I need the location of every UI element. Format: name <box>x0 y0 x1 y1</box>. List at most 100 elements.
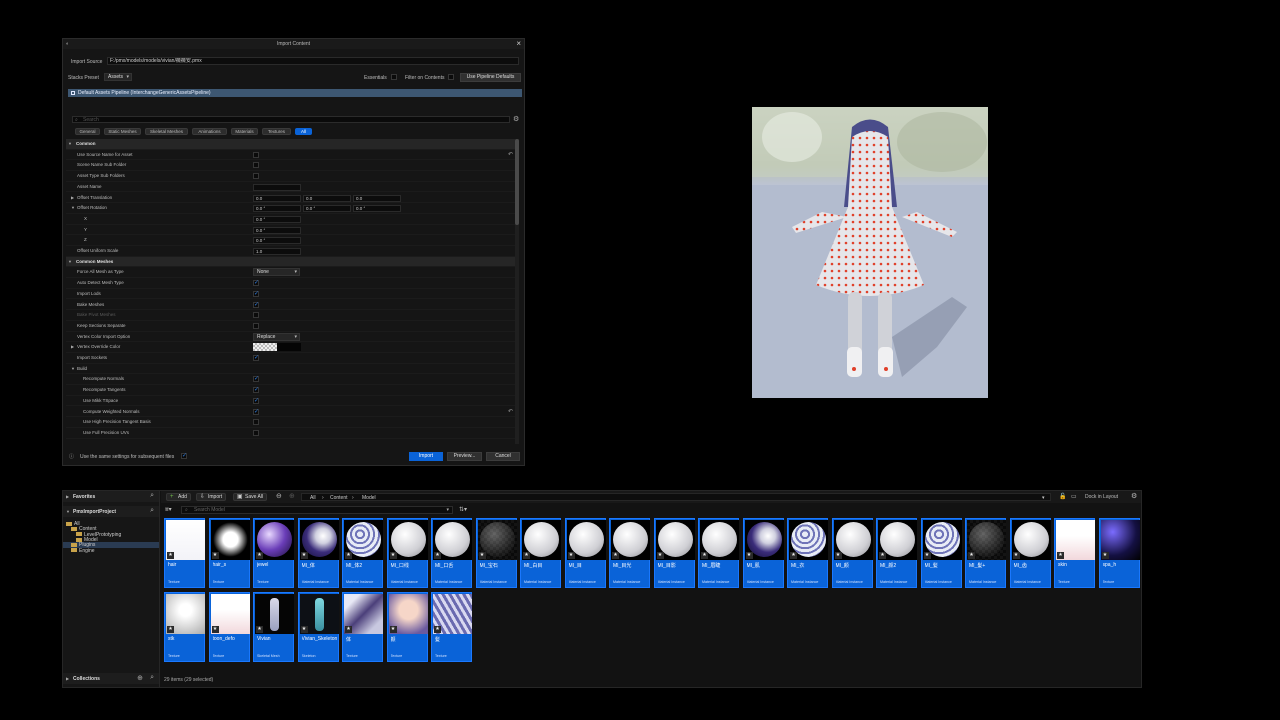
vector-component-input[interactable]: 0.0 ° <box>353 205 401 213</box>
color-alpha-swatch[interactable] <box>277 343 301 352</box>
asset-tile[interactable]: ★ MI_髪 Material Instance <box>920 518 962 588</box>
favorite-star-icon[interactable]: ★ <box>923 552 931 559</box>
tab-all[interactable]: All <box>295 128 312 135</box>
close-icon[interactable]: × <box>516 39 521 48</box>
asset-tile[interactable]: ★ hair Texture <box>164 518 205 588</box>
favorite-star-icon[interactable]: ★ <box>434 626 441 633</box>
property-row[interactable]: Y 0.0 ° <box>66 225 515 236</box>
favorite-star-icon[interactable]: ★ <box>345 626 352 633</box>
add-button[interactable]: + Add <box>166 493 191 501</box>
vector-component-input[interactable]: 0.0 <box>303 194 351 202</box>
stacks-preset-combo[interactable]: Assets <box>104 73 132 81</box>
asset-tile[interactable]: ★ MI_口舌 Material Instance <box>431 518 472 588</box>
property-row[interactable]: Asset Name <box>66 182 515 193</box>
vector-component-input[interactable]: 0.0 ° <box>303 205 351 213</box>
favorite-star-icon[interactable]: ★ <box>211 552 219 559</box>
search-icon[interactable]: ⌕ <box>150 507 154 515</box>
chevron-right-icon[interactable]: ▶ <box>71 195 74 200</box>
asset-tile[interactable]: ★ MI_衣 Material Instance <box>787 518 828 588</box>
asset-tile[interactable]: ★ MI_目 Material Instance <box>564 518 606 588</box>
property-row[interactable]: Asset Type Sub Folders <box>66 171 515 182</box>
help-icon[interactable]: ⓘ <box>69 453 74 460</box>
property-checkbox[interactable] <box>253 279 259 287</box>
asset-tile[interactable]: ★ MI_口线 Material Instance <box>386 518 428 588</box>
property-value-input[interactable] <box>253 183 301 191</box>
favorite-star-icon[interactable]: ★ <box>256 552 263 559</box>
property-row[interactable]: Recompute Normals <box>66 374 515 386</box>
details-scrollbar[interactable] <box>515 139 519 444</box>
tab-textures[interactable]: Textures <box>262 128 291 135</box>
asset-tile[interactable]: ★ MI_颜2 Material Instance <box>876 518 917 588</box>
property-checkbox[interactable] <box>253 397 259 405</box>
asset-tile[interactable]: ★ 髪 Texture <box>431 592 472 662</box>
tab-static-meshes[interactable]: Static Meshes <box>104 128 141 135</box>
favorites-header[interactable]: ▶ Favorites ⌕ <box>63 491 159 502</box>
property-row[interactable]: Vertex Color Import Option Replace <box>66 332 515 343</box>
asset-tile[interactable]: ★ MI_目影 Material Instance <box>653 518 695 588</box>
vector-component-input[interactable]: 0.0 ° <box>253 205 301 213</box>
property-row[interactable]: Use High Precision Tangent Basis <box>66 417 515 428</box>
favorite-star-icon[interactable]: ★ <box>389 626 397 633</box>
tab-skeletal-meshes[interactable]: Skeletal Meshes <box>145 128 188 135</box>
gear-icon[interactable]: ⚙ <box>1131 492 1137 500</box>
property-row[interactable]: ▶ Offset Translation 0.0 0.0 0.0 <box>66 193 515 204</box>
lock-icon[interactable]: 🔓 <box>1059 493 1066 500</box>
favorite-star-icon[interactable]: ★ <box>256 626 263 633</box>
favorite-star-icon[interactable]: ★ <box>434 552 441 559</box>
property-value-input[interactable]: 0.0 ° <box>253 226 301 234</box>
chevron-down-icon[interactable]: ▼ <box>71 366 75 371</box>
use-pipeline-defaults-button[interactable]: Use Pipeline Defaults <box>460 73 521 82</box>
property-row[interactable]: Z 0.0 ° <box>66 235 515 246</box>
asset-tile[interactable]: ★ stk Texture <box>164 592 205 662</box>
asset-tile[interactable]: ★ MI_目光 Material Instance <box>609 518 650 588</box>
chevron-down-icon[interactable]: ▼ <box>71 205 75 210</box>
preview-button[interactable]: Preview... <box>447 452 482 461</box>
favorite-star-icon[interactable]: ★ <box>790 552 797 559</box>
scrollbar-thumb[interactable] <box>515 139 519 225</box>
tab-animations[interactable]: Animations <box>192 128 227 135</box>
tab-materials[interactable]: Materials <box>231 128 258 135</box>
asset-tile[interactable]: ★ Vivian_Skeleton Skeleton <box>297 592 339 662</box>
asset-tile[interactable]: ★ jewel Texture <box>253 518 294 588</box>
property-row[interactable]: Force All Mesh as Type None <box>66 267 515 279</box>
asset-tile[interactable]: ★ MI_宝石 Material Instance <box>475 518 517 588</box>
property-row[interactable]: Offset Uniform Scale 1.0 <box>66 246 515 257</box>
asset-tile[interactable]: ★ toon_defo Texture <box>208 592 250 662</box>
asset-tile[interactable]: ★ MI_白目 Material Instance <box>520 518 561 588</box>
search-icon[interactable]: ⌕ <box>150 674 154 682</box>
reset-to-default-icon[interactable]: ↶ <box>508 151 513 158</box>
same-settings-checkbox[interactable] <box>181 452 187 460</box>
property-value-input[interactable]: 1.0 <box>253 248 301 255</box>
asset-tile[interactable]: ★ MI_体 Material Instance <box>297 518 339 588</box>
breadcrumb-item[interactable]: Content <box>330 495 348 501</box>
save-all-button[interactable]: ▣ Save All <box>233 493 268 501</box>
property-checkbox[interactable] <box>253 312 259 319</box>
favorite-star-icon[interactable]: ★ <box>1012 552 1020 559</box>
property-checkbox[interactable] <box>253 408 259 416</box>
favorite-star-icon[interactable]: ★ <box>567 552 575 559</box>
favorite-star-icon[interactable]: ★ <box>478 552 486 559</box>
settings-search-input[interactable]: ⌕ Search <box>72 116 510 123</box>
property-row[interactable]: Bake Meshes <box>66 300 515 311</box>
favorite-star-icon[interactable]: ★ <box>834 552 842 559</box>
asset-tile[interactable]: ★ MI_髪+ Material Instance <box>965 518 1006 588</box>
property-row[interactable]: X 0.0 ° <box>66 214 515 225</box>
import-button[interactable]: Import <box>409 452 443 461</box>
favorite-star-icon[interactable]: ★ <box>879 552 886 559</box>
property-row[interactable]: Import Lods <box>66 289 515 300</box>
favorite-star-icon[interactable]: ★ <box>300 552 308 559</box>
asset-tile[interactable]: ★ MI_肌 Material Instance <box>742 518 784 588</box>
property-row[interactable]: ▶ Vertex Override Color <box>66 342 515 353</box>
property-row[interactable]: Scene Name Sub Folder <box>66 160 515 172</box>
asset-tile[interactable]: ★ spa_h Texture <box>1098 518 1140 588</box>
property-combo[interactable]: None <box>253 268 300 277</box>
property-value-input[interactable]: 0.0 ° <box>253 215 301 223</box>
favorite-star-icon[interactable]: ★ <box>345 552 352 559</box>
import-button[interactable]: ⇩ Import <box>196 493 227 501</box>
filter-on-contents-checkbox[interactable] <box>448 74 454 80</box>
chevron-down-icon[interactable]: ▾ <box>1042 495 1045 501</box>
breadcrumb-item[interactable]: Model <box>362 495 376 501</box>
favorite-star-icon[interactable]: ★ <box>523 552 530 559</box>
favorite-star-icon[interactable]: ★ <box>1057 552 1064 559</box>
chevron-down-icon[interactable]: ▼ <box>68 259 72 264</box>
